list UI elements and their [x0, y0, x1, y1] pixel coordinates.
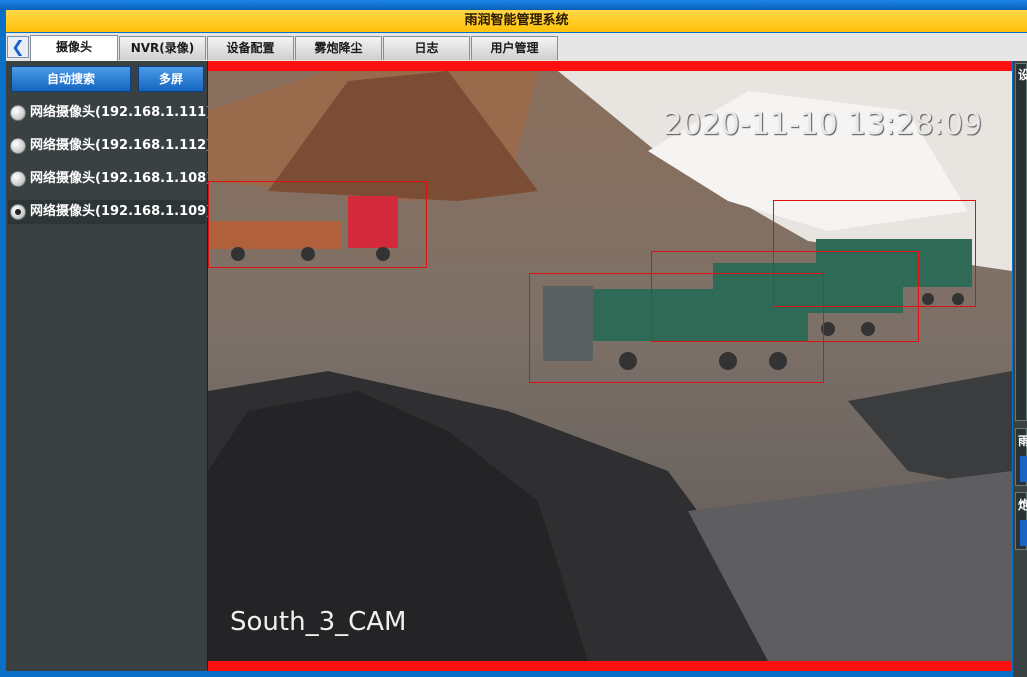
camera-list-item[interactable]: 网络摄像头(192.168.1.112)	[8, 134, 212, 158]
video-camera-name: South_3_CAM	[230, 607, 407, 637]
video-timestamp: 2020-11-10 13:28:09	[663, 107, 982, 142]
tab-camera[interactable]: 摄像头	[30, 35, 118, 61]
right-panel-button[interactable]	[1020, 520, 1027, 546]
right-panel-label: 炮	[1018, 498, 1027, 512]
back-arrow-icon[interactable]: ❮	[7, 36, 29, 58]
right-panel-section	[1015, 63, 1027, 421]
tab-device-config[interactable]: 设备配置	[207, 36, 294, 60]
camera-video-view[interactable]: 2020-11-10 13:28:09 South_3_CAM	[208, 61, 1012, 671]
camera-label: 网络摄像头(192.168.1.109)	[30, 204, 213, 219]
multi-screen-button[interactable]: 多屏	[138, 66, 204, 92]
radio-unchecked-icon[interactable]	[10, 138, 26, 154]
detection-box	[773, 200, 976, 307]
camera-label: 网络摄像头(192.168.1.108)	[30, 171, 213, 186]
camera-list-item[interactable]: 网络摄像头(192.168.1.108)	[8, 167, 212, 191]
camera-label: 网络摄像头(192.168.1.112)	[30, 138, 213, 153]
video-frame: 2020-11-10 13:28:09 South_3_CAM	[208, 61, 1012, 671]
tab-nvr[interactable]: NVR(录像)	[119, 36, 206, 60]
detection-box	[208, 181, 427, 268]
app-title: 雨润智能管理系统	[6, 10, 1027, 32]
radio-checked-icon[interactable]	[10, 204, 26, 220]
camera-label: 网络摄像头(192.168.1.111)	[30, 105, 213, 120]
tab-fog-cannon[interactable]: 雾炮降尘	[295, 36, 382, 60]
right-panel-label: 设	[1018, 68, 1027, 82]
right-panel-button[interactable]	[1020, 456, 1027, 482]
radio-unchecked-icon[interactable]	[10, 105, 26, 121]
camera-list-item[interactable]: 网络摄像头(192.168.1.109)	[8, 200, 212, 224]
tab-user-management[interactable]: 用户管理	[471, 36, 558, 60]
auto-search-button[interactable]: 自动搜索	[11, 66, 131, 92]
window-title-bar	[0, 0, 1027, 10]
right-panel-label: 雨	[1018, 434, 1027, 448]
radio-unchecked-icon[interactable]	[10, 171, 26, 187]
tab-log[interactable]: 日志	[383, 36, 470, 60]
camera-list-item[interactable]: 网络摄像头(192.168.1.111)	[8, 101, 212, 125]
